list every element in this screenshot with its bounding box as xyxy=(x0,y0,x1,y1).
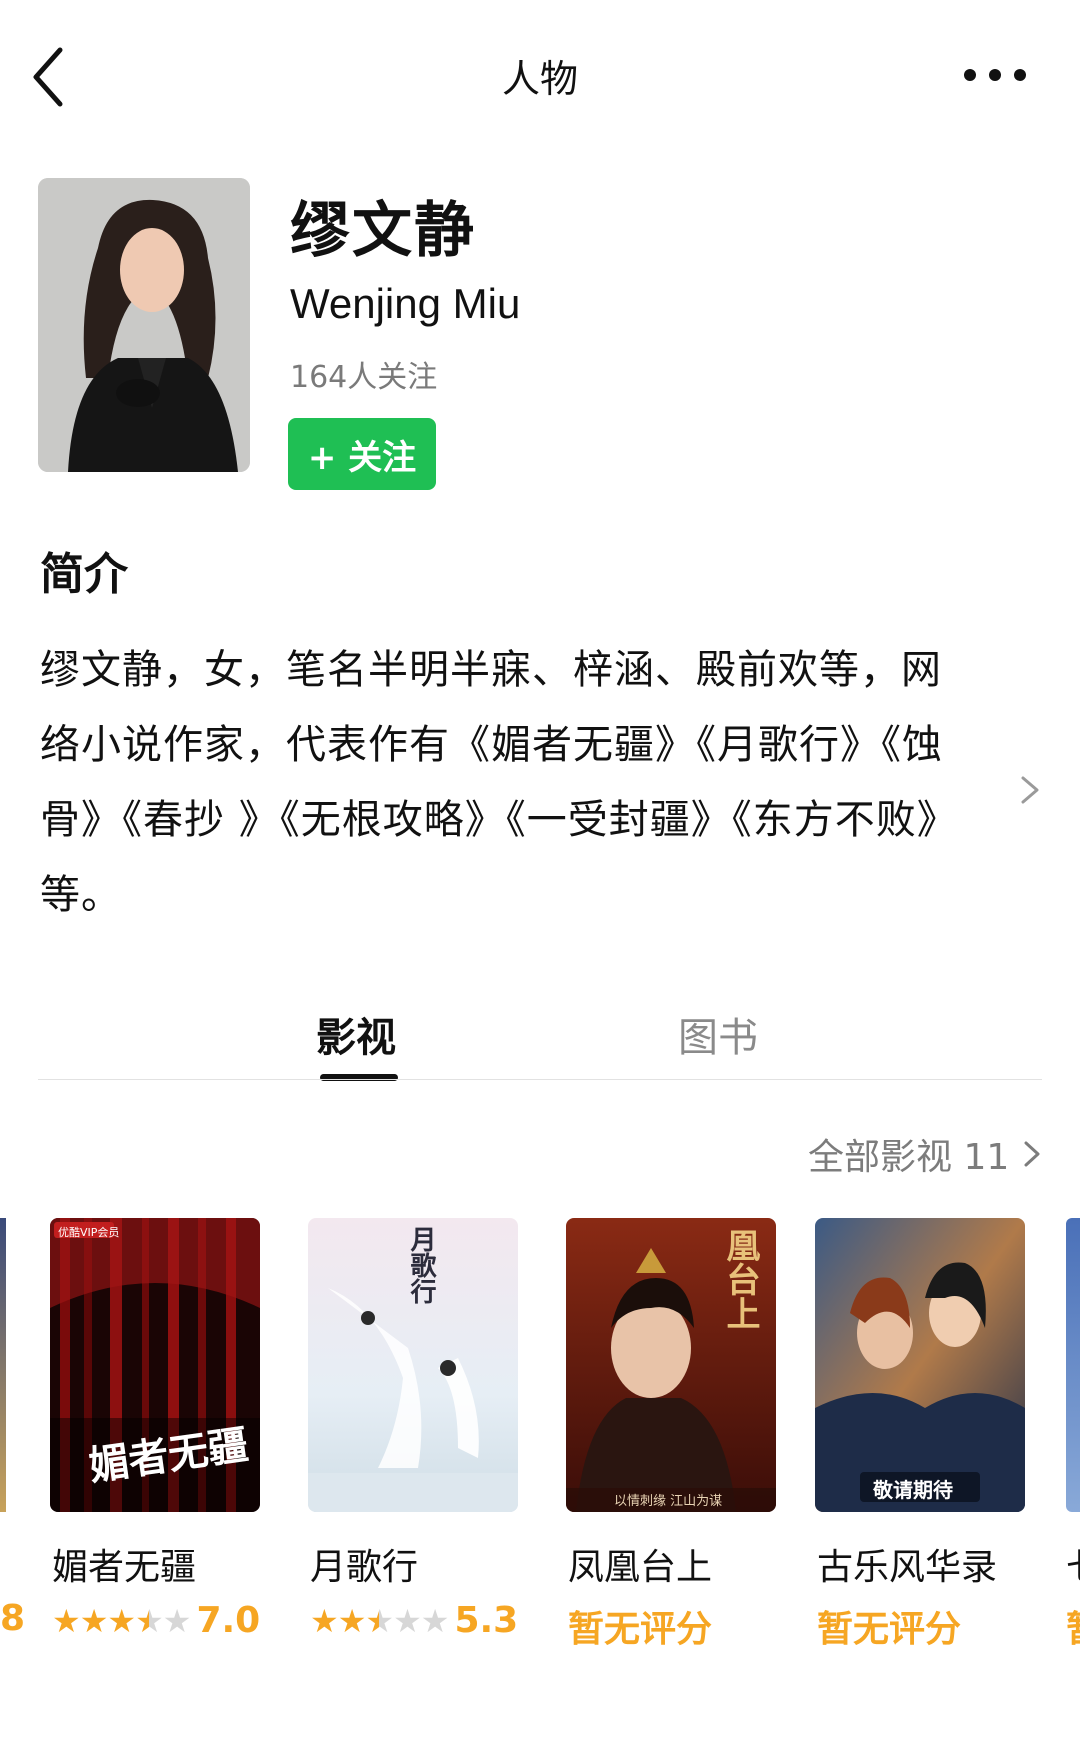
partial-title-right: 七 xyxy=(1066,1538,1080,1590)
rating-stars: ★★★★★ xyxy=(310,1601,449,1640)
partial-poster-right[interactable] xyxy=(1066,1218,1080,1512)
movie-poster[interactable]: 月歌行 xyxy=(308,1218,518,1512)
poster-title: 月歌行 xyxy=(406,1226,436,1304)
rating: 暂无评分 xyxy=(817,1600,961,1652)
partial-score-left: 8 xyxy=(0,1598,26,1639)
partial-score-right: 暂 xyxy=(1066,1600,1080,1652)
chevron-right-icon xyxy=(1021,776,1039,804)
intro-expand-button[interactable] xyxy=(1015,770,1045,810)
rating-score: 7.0 xyxy=(196,1600,261,1641)
poster-badge: 敬请期待 xyxy=(873,1478,953,1502)
movie-title: 月歌行 xyxy=(310,1547,419,1588)
person-name-en: Wenjing Miu xyxy=(290,280,521,327)
movie-card[interactable]: 凰台上 以情刺缘 江山为谋 凤凰台上 暂无评分 xyxy=(566,1218,776,1650)
followers-count: 164人关注 xyxy=(290,360,438,395)
all-films-label: 全部影视 11 xyxy=(808,1137,1010,1178)
poster-badge: 优酷VIP会员 xyxy=(58,1226,120,1239)
all-films-link[interactable]: 全部影视 11 xyxy=(808,1128,1043,1180)
tab-divider xyxy=(38,1079,1042,1080)
more-dots-icon xyxy=(964,69,1026,81)
partial-poster-left[interactable] xyxy=(0,1218,6,1512)
person-name-cn: 缪文静 xyxy=(290,196,476,266)
movie-poster[interactable]: 凰台上 以情刺缘 江山为谋 xyxy=(566,1218,776,1512)
avatar xyxy=(38,178,250,472)
movie-title: 古乐风华录 xyxy=(817,1547,998,1588)
chevron-right-icon xyxy=(1024,1141,1040,1167)
page-title: 人物 xyxy=(501,57,578,101)
movie-card[interactable]: 敬请期待 古乐风华录 暂无评分 xyxy=(815,1218,1025,1650)
rating: 暂无评分 xyxy=(568,1600,712,1652)
rating: ★★★★★ 5.3 xyxy=(310,1600,518,1641)
intro-heading: 简介 xyxy=(40,549,128,600)
intro-text[interactable]: 缪文静，女，笔名半明半寐、梓涵、殿前欢等，网络小说作家，代表作有《媚者无疆》《月… xyxy=(40,633,970,933)
rating-stars: ★★★★★ xyxy=(52,1601,191,1640)
rating: ★★★★★ 7.0 xyxy=(52,1600,260,1641)
movie-poster[interactable]: 敬请期待 xyxy=(815,1218,1025,1512)
movie-poster[interactable]: 优酷VIP会员 媚者无疆 xyxy=(50,1218,260,1512)
movie-card[interactable]: 月歌行 月歌行 ★★★★★ 5.3 xyxy=(308,1218,518,1641)
movie-card[interactable]: 优酷VIP会员 媚者无疆 媚者无疆 ★★★★★ 7.0 xyxy=(50,1218,260,1641)
more-button[interactable] xyxy=(960,55,1030,95)
movie-title: 媚者无疆 xyxy=(52,1547,197,1588)
poster-title: 凰台上 xyxy=(720,1228,760,1330)
no-rating-text: 暂无评分 xyxy=(568,1609,713,1650)
follow-button[interactable]: + 关注 xyxy=(288,418,436,490)
movie-title: 凤凰台上 xyxy=(568,1547,713,1588)
tab-film[interactable]: 影视 xyxy=(316,1005,396,1063)
poster-caption: 以情刺缘 江山为谋 xyxy=(614,1494,723,1509)
tab-books[interactable]: 图书 xyxy=(678,1005,758,1063)
rating-score: 5.3 xyxy=(454,1600,519,1641)
no-rating-text: 暂无评分 xyxy=(817,1609,962,1650)
